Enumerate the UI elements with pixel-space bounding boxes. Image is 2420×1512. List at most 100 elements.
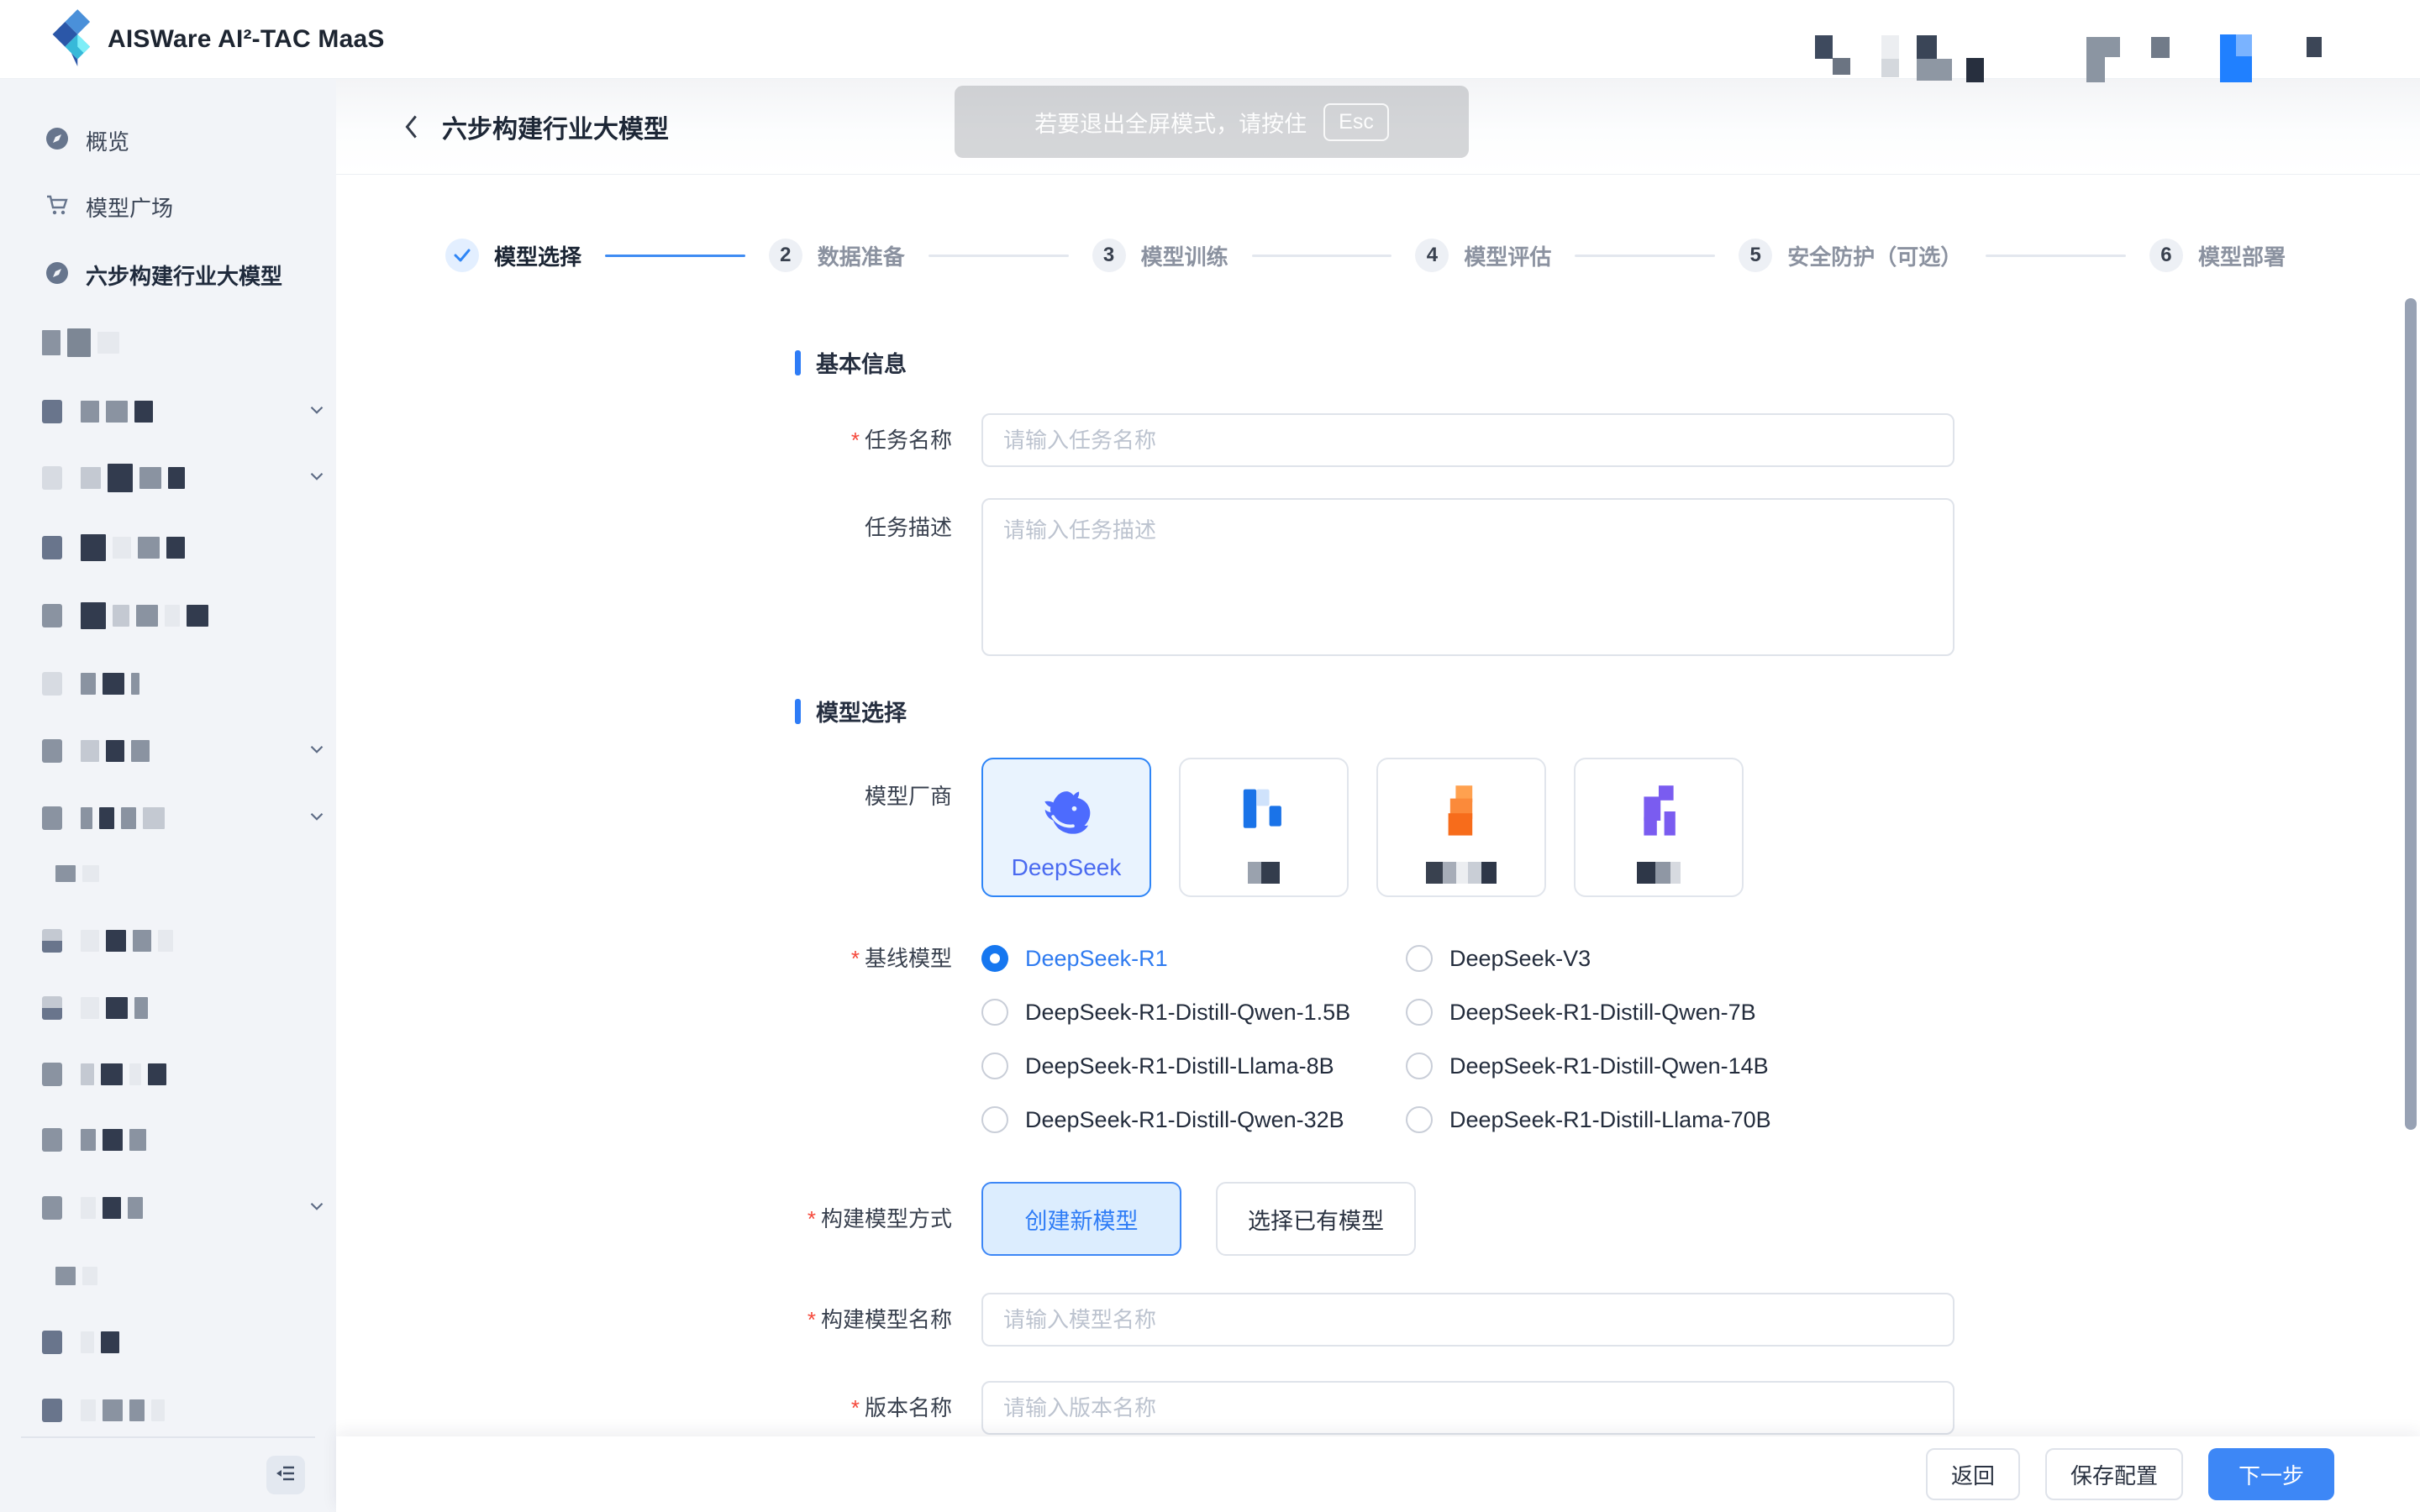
scrollbar-thumb[interactable]: [2405, 298, 2417, 1130]
vendor-card-redacted[interactable]: [1574, 758, 1744, 897]
baseline-model-option[interactable]: DeepSeek-R1-Distill-Llama-70B: [1406, 1103, 1830, 1137]
build-mode-select-existing-button[interactable]: 选择已有模型: [1216, 1182, 1416, 1256]
vendor-card-redacted[interactable]: [1179, 758, 1349, 897]
next-step-button[interactable]: 下一步: [2208, 1448, 2334, 1500]
baseline-model-option[interactable]: DeepSeek-R1-Distill-Qwen-32B: [981, 1103, 1406, 1137]
toolbar-icon-redacted[interactable]: [2307, 37, 2322, 57]
version-name-label: *版本名称: [773, 1397, 952, 1419]
step-connector: [929, 255, 1069, 257]
esc-key: Esc: [1323, 103, 1389, 141]
step-3-model-train[interactable]: 3 模型训练: [1092, 239, 1228, 272]
toolbar-icon-redacted[interactable]: [1917, 59, 1952, 81]
step-2-data-prep[interactable]: 2 数据准备: [769, 239, 905, 272]
step-5-security[interactable]: 5 安全防护（可选）: [1739, 239, 1962, 272]
sidebar-item-redacted[interactable]: [42, 395, 328, 428]
baseline-model-option[interactable]: DeepSeek-R1-Distill-Qwen-14B: [1406, 1049, 1830, 1083]
sidebar-item-redacted[interactable]: [55, 857, 341, 890]
build-model-name-field: *构建模型名称: [773, 1293, 1954, 1347]
step-4-model-eval[interactable]: 4 模型评估: [1415, 239, 1551, 272]
sidebar-item-redacted[interactable]: [42, 461, 328, 495]
task-name-label: *任务名称: [773, 429, 952, 451]
toolbar-icon-redacted[interactable]: [2086, 57, 2105, 82]
sidebar-item-redacted[interactable]: [42, 599, 328, 633]
sidebar-item-redacted[interactable]: [42, 1326, 328, 1359]
version-name-input[interactable]: [981, 1381, 1954, 1435]
step-check-icon: [445, 239, 479, 272]
chevron-down-icon: [306, 1195, 328, 1221]
section-title-basic-info: 基本信息: [795, 346, 907, 379]
step-number: 3: [1092, 239, 1126, 272]
sidebar-item-overview[interactable]: 概览: [0, 122, 336, 159]
compass-icon: [45, 127, 69, 155]
step-1-model-select[interactable]: 模型选择: [445, 239, 581, 272]
baseline-model-option[interactable]: DeepSeek-R1-Distill-Llama-8B: [981, 1049, 1406, 1083]
chevron-down-icon: [306, 465, 328, 491]
collapse-sidebar-icon: [275, 1462, 297, 1488]
back-button[interactable]: [400, 113, 422, 140]
toolbar-icon-redacted[interactable]: [1966, 58, 1984, 82]
compass-icon: [45, 261, 69, 289]
baseline-model-options: DeepSeek-R1 DeepSeek-V3 DeepSeek-R1-Dist…: [981, 942, 1830, 1137]
vendor-label: 模型厂商: [773, 758, 952, 807]
step-label: 数据准备: [818, 240, 905, 271]
baseline-model-option[interactable]: DeepSeek-R1: [981, 942, 1406, 975]
step-label: 模型训练: [1141, 240, 1228, 271]
sidebar-item-redacted[interactable]: [42, 531, 328, 564]
toolbar-icon-redacted[interactable]: [2086, 37, 2120, 57]
step-connector: [1252, 255, 1392, 257]
version-name-field: *版本名称: [773, 1381, 1954, 1435]
toolbar-icon-redacted[interactable]: [1815, 35, 1833, 59]
main-content: 六步构建行业大模型 模型选择 2 数据准备 3 模型训练 4: [336, 79, 2420, 1512]
required-star: *: [808, 1307, 816, 1332]
vendor-card-redacted[interactable]: [1376, 758, 1546, 897]
vendor-name: DeepSeek: [1012, 854, 1122, 881]
app-header: AISWare AI²-TAC MaaS: [0, 0, 2420, 79]
vendor-cards: DeepSeek: [981, 758, 1744, 897]
baseline-model-label: *基线模型: [773, 942, 952, 969]
vendor-name-redacted: [1248, 862, 1280, 884]
sidebar-item-redacted[interactable]: [42, 801, 328, 835]
sidebar-item-redacted[interactable]: [42, 734, 328, 768]
required-star: *: [851, 428, 860, 453]
sidebar-item-redacted[interactable]: [42, 991, 328, 1025]
vendor-card-deepseek[interactable]: DeepSeek: [981, 758, 1151, 897]
baseline-model-option[interactable]: DeepSeek-V3: [1406, 942, 1830, 975]
toolbar-icon-redacted[interactable]: [1833, 58, 1850, 75]
toolbar-icon-redacted[interactable]: [1881, 35, 1899, 59]
baseline-model-field: *基线模型 DeepSeek-R1 DeepSeek-V3 DeepSeek-R…: [773, 942, 1830, 1137]
step-connector: [605, 255, 745, 257]
save-config-button[interactable]: 保存配置: [2045, 1448, 2183, 1500]
baseline-model-option[interactable]: DeepSeek-R1-Distill-Qwen-1.5B: [981, 995, 1406, 1029]
sidebar-item-six-steps[interactable]: 六步构建行业大模型: [0, 256, 336, 293]
toolbar-icon-redacted[interactable]: [1881, 59, 1899, 77]
step-number: 2: [769, 239, 802, 272]
footer-back-button[interactable]: 返回: [1926, 1448, 2020, 1500]
cart-icon: [45, 193, 69, 221]
app-root: AISWare AI²-TAC MaaS 概览: [0, 0, 2420, 1512]
sidebar-item-redacted[interactable]: [42, 1058, 328, 1091]
task-desc-label: 任务描述: [773, 498, 952, 538]
sidebar-item-redacted[interactable]: [42, 326, 328, 360]
sidebar-item-redacted[interactable]: [42, 667, 328, 701]
sidebar-item-redacted[interactable]: [42, 1123, 328, 1157]
step-6-model-deploy[interactable]: 6 模型部署: [2149, 239, 2286, 272]
sidebar-item-model-market[interactable]: 模型广场: [0, 188, 336, 225]
toolbar-icon-redacted: [2236, 34, 2252, 56]
sidebar-item-redacted[interactable]: [42, 924, 328, 958]
radio-icon: [1406, 999, 1433, 1026]
task-name-input[interactable]: [981, 413, 1954, 467]
sidebar-item-redacted[interactable]: [42, 1394, 328, 1427]
app-logo[interactable]: AISWare AI²-TAC MaaS: [52, 8, 385, 71]
sidebar-collapse-button[interactable]: [266, 1456, 305, 1494]
sidebar-item-redacted[interactable]: [42, 1191, 328, 1225]
sidebar-item-redacted[interactable]: [55, 1259, 341, 1293]
footer-action-bar: 返回 保存配置 下一步: [336, 1436, 2420, 1512]
required-star: *: [851, 1395, 860, 1420]
baseline-model-option[interactable]: DeepSeek-R1-Distill-Qwen-7B: [1406, 995, 1830, 1029]
task-desc-textarea[interactable]: [981, 498, 1954, 656]
radio-icon: [981, 999, 1008, 1026]
build-model-name-input[interactable]: [981, 1293, 1954, 1347]
build-mode-create-new-button[interactable]: 创建新模型: [981, 1182, 1181, 1256]
toolbar-icon-redacted[interactable]: [2151, 37, 2170, 58]
toolbar-icon-redacted[interactable]: [1917, 35, 1937, 59]
